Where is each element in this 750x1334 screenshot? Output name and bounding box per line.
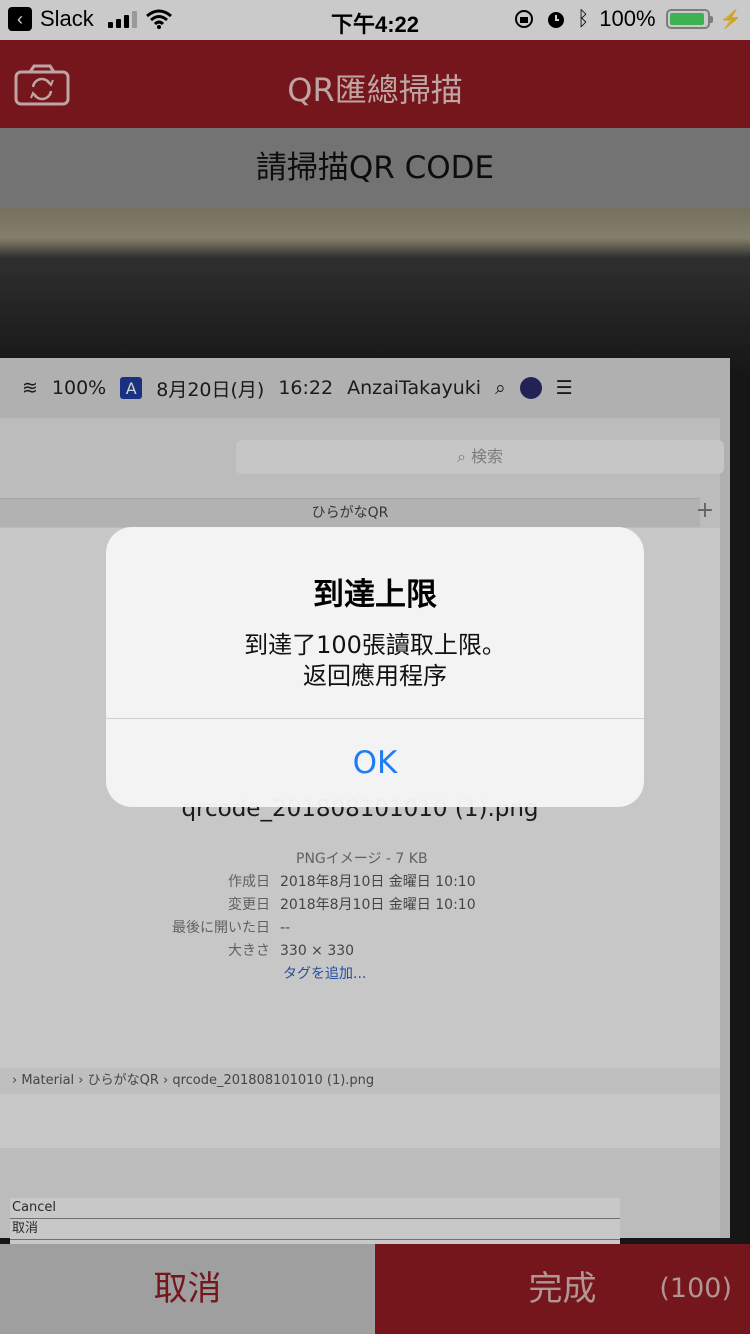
alert-message-line: 返回應用程序 [303,662,447,690]
alert-title: 到達上限 [313,577,437,613]
alert-message: 到達了100張讀取上限。 返回應用程序 [106,630,644,692]
alert-message-line: 到達了100張讀取上限。 [244,631,506,659]
limit-reached-alert: 到達上限 到達了100張讀取上限。 返回應用程序 OK [106,527,644,807]
alert-ok-button[interactable]: OK [106,718,644,807]
